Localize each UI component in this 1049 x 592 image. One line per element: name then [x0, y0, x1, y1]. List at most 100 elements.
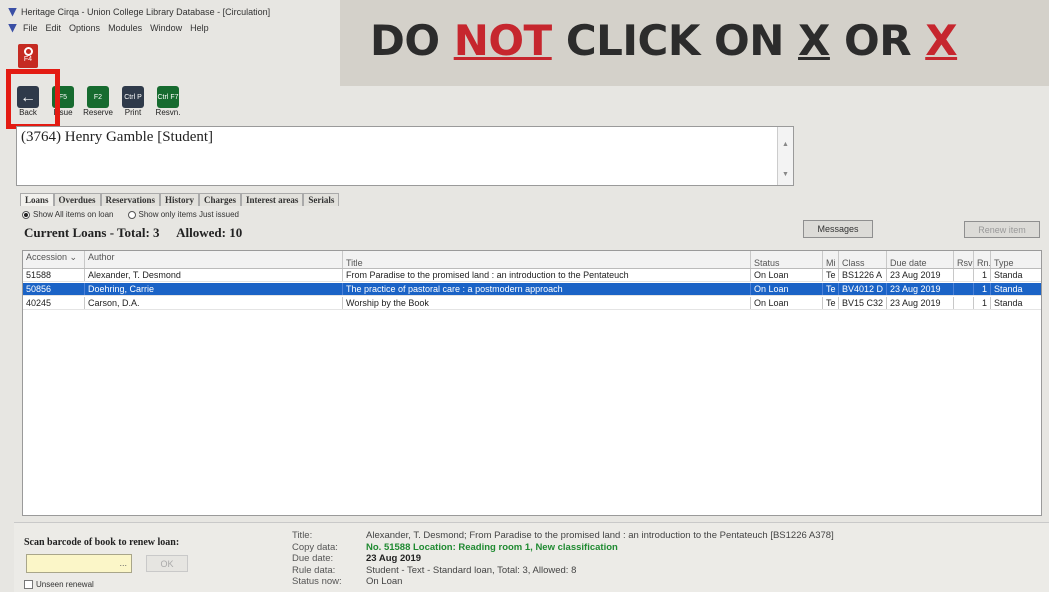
print-button-label: Print	[124, 108, 142, 117]
col-renewals[interactable]: Rn.	[974, 251, 991, 268]
cell-title: From Paradise to the promised land : an …	[343, 269, 751, 281]
reserve-button[interactable]: F2 Reserve	[83, 86, 113, 120]
printer-icon: Ctrl P	[122, 86, 144, 108]
print-button[interactable]: Ctrl P Print	[119, 86, 147, 120]
menu-file[interactable]: File	[23, 23, 38, 33]
cell-media: Te	[823, 297, 839, 309]
menu-modules[interactable]: Modules	[108, 23, 142, 33]
col-status[interactable]: Status	[751, 251, 823, 268]
table-header: Accession ⌄ Author Title Status Mi Class…	[23, 251, 1041, 269]
cell-media: Te	[823, 269, 839, 281]
checkbox-icon	[24, 580, 33, 589]
cell-accession: 40245	[23, 297, 85, 309]
cell-due-date: 23 Aug 2019	[887, 297, 954, 309]
radio-selected-icon	[22, 210, 30, 219]
cell-status: On Loan	[751, 283, 823, 295]
app-logo-icon	[8, 7, 17, 17]
item-details: Title: Alexander, T. Desmond; From Parad…	[292, 530, 1032, 588]
col-due-date[interactable]: Due date	[887, 251, 954, 268]
cell-due-date: 23 Aug 2019	[887, 283, 954, 295]
search-icon	[23, 47, 33, 56]
cell-author: Carson, D.A.	[85, 297, 343, 309]
col-author[interactable]: Author	[85, 251, 343, 268]
borrower-scrollbar[interactable]: ▲ ▼	[777, 127, 793, 185]
tab-loans[interactable]: Loans	[20, 193, 54, 206]
unseen-renewal-checkbox[interactable]: Unseen renewal	[24, 580, 94, 589]
col-type[interactable]: Type	[991, 251, 1041, 268]
search-button[interactable]: F4	[18, 44, 38, 68]
reservation-button[interactable]: Ctrl F7 Resvn.	[154, 86, 182, 120]
cell-rsv	[954, 269, 974, 281]
messages-button[interactable]: Messages	[803, 220, 873, 238]
loans-total: Current Loans - Total: 3	[24, 225, 160, 240]
col-accession[interactable]: Accession ⌄	[23, 251, 85, 268]
borrower-name: (3764) Henry Gamble [Student]	[21, 129, 214, 145]
detail-due-row: Due date: 23 Aug 2019	[292, 553, 1032, 565]
menu-edit[interactable]: Edit	[46, 23, 62, 33]
cell-due-date: 23 Aug 2019	[887, 269, 954, 281]
cell-title: Worship by the Book	[343, 297, 751, 309]
detail-status-label: Status now:	[292, 576, 342, 587]
tab-charges[interactable]: Charges	[199, 193, 242, 206]
cell-accession: 51588	[23, 269, 85, 281]
detail-title-value: Alexander, T. Desmond; From Paradise to …	[366, 530, 834, 541]
col-class[interactable]: Class	[839, 251, 887, 268]
app-logo-icon	[8, 23, 17, 33]
table-row[interactable]: 51588 Alexander, T. Desmond From Paradis…	[23, 269, 1041, 282]
browse-button[interactable]: ...	[119, 558, 127, 568]
reserve-icon: F2	[87, 86, 109, 108]
cell-status: On Loan	[751, 269, 823, 281]
cell-author: Doehring, Carrie	[85, 283, 343, 295]
col-title[interactable]: Title	[343, 251, 751, 268]
loans-allowed: Allowed: 10	[176, 225, 243, 240]
menu-window[interactable]: Window	[150, 23, 182, 33]
search-button-key: F4	[23, 56, 33, 63]
renew-item-button[interactable]: Renew item	[964, 221, 1040, 238]
ok-button[interactable]: OK	[146, 555, 188, 572]
barcode-input[interactable]: ...	[26, 554, 132, 573]
scroll-up-icon[interactable]: ▲	[782, 141, 789, 148]
cell-type: Standa	[994, 270, 1023, 280]
detail-copy-value: No. 51588 Location: Reading room 1, New …	[366, 541, 618, 553]
show-all-radio[interactable]: Show All items on loan	[22, 210, 114, 219]
detail-copy-row: Copy data: No. 51588 Location: Reading r…	[292, 542, 1032, 554]
cell-title: The practice of pastoral care : a postmo…	[343, 283, 751, 295]
loan-filter: Show All items on loan Show only items J…	[22, 210, 239, 219]
tab-interest-areas[interactable]: Interest areas	[241, 193, 304, 206]
back-button-highlight	[6, 69, 60, 129]
table-row[interactable]: 50856 Doehring, Carrie The practice of p…	[23, 283, 1041, 296]
cell-class: BV4012 D	[839, 283, 887, 295]
detail-status-row: Status now: On Loan	[292, 576, 1032, 588]
cell-class: BV15 C32	[839, 297, 887, 309]
scan-barcode-label: Scan barcode of book to renew loan:	[24, 537, 180, 548]
detail-status-value: On Loan	[366, 576, 403, 587]
reservation-icon: Ctrl F7	[157, 86, 179, 108]
cell-status: On Loan	[751, 297, 823, 309]
tab-bar: Loans Overdues Reservations History Char…	[20, 193, 340, 206]
tab-history[interactable]: History	[160, 193, 200, 206]
col-media[interactable]: Mi	[823, 251, 839, 268]
tab-reservations[interactable]: Reservations	[100, 193, 161, 206]
window-title: Heritage Cirqa - Union College Library D…	[21, 7, 271, 17]
tab-overdues[interactable]: Overdues	[53, 193, 101, 206]
tab-serials[interactable]: Serials	[303, 193, 340, 206]
cell-accession: 50856	[23, 283, 85, 295]
menu-options[interactable]: Options	[69, 23, 100, 33]
show-just-issued-radio[interactable]: Show only items Just issued	[127, 210, 239, 219]
warning-sign-text: DO NOT CLICK ON X OR X	[370, 16, 958, 65]
detail-title-label: Title:	[292, 530, 313, 541]
col-rsv[interactable]: Rsv	[954, 251, 974, 268]
menu-bar: File Edit Options Modules Window Help	[8, 21, 338, 35]
menu-help[interactable]: Help	[190, 23, 209, 33]
detail-copy-label: Copy data:	[292, 541, 338, 553]
scroll-down-icon[interactable]: ▼	[782, 171, 789, 178]
radio-unselected-icon	[127, 210, 136, 219]
cell-type: Standa	[994, 284, 1023, 294]
cell-rsv	[954, 297, 974, 309]
reservation-button-label: Resvn.	[155, 108, 181, 117]
table-row[interactable]: 40245 Carson, D.A. Worship by the Book O…	[23, 297, 1041, 310]
window-title-bar: Heritage Cirqa - Union College Library D…	[8, 4, 338, 20]
detail-rule-label: Rule data:	[292, 564, 336, 576]
cell-renewals: 1	[974, 269, 991, 281]
loans-summary: Current Loans - Total: 3 Allowed: 10	[24, 225, 256, 241]
